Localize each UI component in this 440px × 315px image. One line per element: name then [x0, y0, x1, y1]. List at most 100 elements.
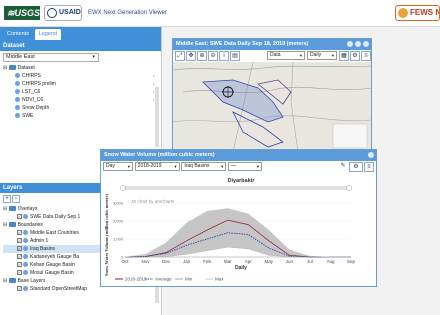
- style-select[interactable]: ⁓ ▾: [228, 162, 263, 171]
- layer-checkbox[interactable]: ✓: [17, 230, 22, 236]
- chart-icon[interactable]: ▤: [230, 51, 240, 61]
- map-inset: [332, 123, 368, 149]
- scrollbar-track[interactable]: [121, 186, 351, 190]
- menu-icon[interactable]: ≡: [364, 162, 374, 172]
- pencil-icon[interactable]: ✎: [338, 162, 348, 172]
- layer-checkbox[interactable]: ✓: [17, 270, 22, 276]
- swe-map[interactable]: [173, 62, 371, 152]
- remove-layer-icon[interactable]: −: [12, 195, 20, 203]
- y-tick-label: 2,000: [113, 219, 124, 224]
- period-select[interactable]: Day ▾: [103, 162, 133, 171]
- fews-net-logo[interactable]: FEWS NET: [395, 5, 440, 21]
- layer-label: Boundaries: [17, 222, 43, 228]
- region-select[interactable]: Middle East ▾: [3, 53, 99, 62]
- dataset-label: CHIRPS prelim: [22, 81, 56, 87]
- layer-checkbox[interactable]: ✓: [17, 246, 22, 252]
- scrollbar-handle-left[interactable]: [120, 185, 126, 191]
- close-icon[interactable]: [368, 152, 374, 158]
- info-icon[interactable]: i: [219, 51, 229, 61]
- min-max-range-area: [125, 208, 351, 257]
- basin-select[interactable]: Iraq Basins ▾: [181, 162, 227, 171]
- dataset-item[interactable]: CHIRPS prelim ↓: [15, 80, 161, 88]
- chevron-down-icon: ▾: [299, 53, 302, 58]
- dataset-icon: [15, 105, 20, 111]
- zoom-extent-icon[interactable]: ⤢: [175, 51, 185, 61]
- maximize-icon[interactable]: [355, 41, 361, 47]
- legend-label: Min: [185, 277, 193, 282]
- usgs-logo[interactable]: ≋USGS: [4, 6, 40, 20]
- folder-icon: [8, 65, 16, 71]
- layer-icon: [23, 238, 28, 244]
- fews-label: FEWS NET: [410, 8, 439, 17]
- layer-icon: [23, 254, 28, 260]
- dataset-icon: [15, 81, 20, 87]
- layer-icon: [23, 230, 28, 236]
- dataset-item[interactable]: SWE: [15, 112, 161, 120]
- legend-label: 2018-2019: [125, 277, 147, 282]
- layer-label: Middle East Countries: [30, 230, 79, 236]
- tree-root[interactable]: ⊟ Dataset: [3, 64, 161, 72]
- dataset-label: SWE: [22, 113, 34, 119]
- collapse-icon[interactable]: ⊟: [3, 278, 9, 284]
- layer-label: Base Layers: [17, 278, 46, 284]
- folder-icon: [8, 278, 16, 284]
- usaid-logo[interactable]: USAID: [44, 5, 82, 21]
- layer-label: Kadaneyeh Gauge Ba: [30, 254, 80, 260]
- dataset-label: Snow Depth: [22, 105, 50, 111]
- menu-icon[interactable]: ≡: [361, 51, 371, 61]
- season-select[interactable]: 2018-2019 ▾: [134, 162, 180, 171]
- layer-label: Iraq Basins: [30, 246, 56, 252]
- chevron-down-icon: ▾: [256, 164, 260, 169]
- y-axis-label: Snow Water Volume (million cubic meters): [104, 193, 109, 276]
- add-layer-icon[interactable]: +: [3, 195, 11, 203]
- pan-icon[interactable]: ✥: [186, 51, 196, 61]
- chart-toolbar: Day ▾ 2018-2019 ▾ Iraq Basins ▾ ⁓ ▾ ✎ ⚙ ≡: [101, 161, 376, 173]
- close-icon[interactable]: [363, 41, 369, 47]
- map-window-title: Middle East: SWE Data Daily Sep 18, 2019…: [176, 41, 309, 47]
- data-select-value: Data: [270, 52, 281, 58]
- layer-checkbox[interactable]: ✓: [17, 262, 22, 268]
- calendar-icon[interactable]: ▦: [339, 51, 349, 61]
- settings-icon[interactable]: ⚙: [350, 51, 360, 61]
- x-tick-label: Feb: [203, 259, 211, 264]
- layer-label: Standard OpenStreetMap: [30, 286, 87, 292]
- settings-icon[interactable]: ⚙: [349, 162, 363, 172]
- minimize-icon[interactable]: [347, 41, 353, 47]
- dataset-info-icon[interactable]: ↓: [153, 72, 156, 80]
- app-header: ≋USGS USAID EWX Next Generation Viewer F…: [0, 0, 440, 27]
- layer-label: Keban Gauge Basin: [30, 262, 75, 268]
- dataset-item[interactable]: NDVI_C6 ↓: [15, 96, 161, 104]
- period-select[interactable]: Daily ▾: [307, 51, 337, 60]
- layer-icon: [23, 262, 28, 268]
- x-tick-label: Dec: [162, 259, 171, 264]
- dataset-scrollbar[interactable]: [155, 87, 159, 147]
- tab-legend[interactable]: Legend: [34, 29, 62, 40]
- layer-icon: [23, 246, 28, 252]
- layer-checkbox[interactable]: ✓: [17, 286, 22, 292]
- swe-chart[interactable]: Diyarbakir JS chart by amCharts Snow Wat…: [101, 173, 376, 285]
- folder-icon: [8, 206, 16, 212]
- legend-label: Average: [155, 277, 172, 282]
- layer-label: Admin 1: [30, 238, 49, 244]
- chart-marks: [124, 208, 351, 258]
- dataset-item[interactable]: LST_C6 ↓: [15, 88, 161, 96]
- scrollbar-handle-right[interactable]: [346, 185, 352, 191]
- tree-root-label: Dataset: [17, 65, 35, 71]
- zoom-out-icon[interactable]: ⊖: [208, 51, 218, 61]
- basin-value: Iraq Basins: [184, 163, 210, 169]
- dataset-item[interactable]: CHIRPS ↓: [15, 72, 161, 80]
- x-tick-label: Apr: [245, 259, 253, 264]
- zoom-in-icon[interactable]: ⊕: [197, 51, 207, 61]
- chevron-down-icon: ▾: [331, 53, 334, 58]
- layer-checkbox[interactable]: ✓: [17, 254, 22, 260]
- x-axis-label: Daily: [235, 265, 247, 271]
- tab-contents[interactable]: Contents: [3, 29, 33, 40]
- dataset-item[interactable]: Snow Depth: [15, 104, 161, 112]
- x-tick-label: Jul: [307, 259, 313, 264]
- collapse-icon: ⊟: [3, 65, 8, 71]
- collapse-icon[interactable]: ⊟: [3, 222, 9, 228]
- layer-checkbox[interactable]: ✓: [17, 238, 22, 244]
- layer-checkbox[interactable]: ✓: [17, 214, 22, 220]
- collapse-icon[interactable]: ⊟: [3, 206, 9, 212]
- data-select[interactable]: Data ▾: [267, 51, 305, 60]
